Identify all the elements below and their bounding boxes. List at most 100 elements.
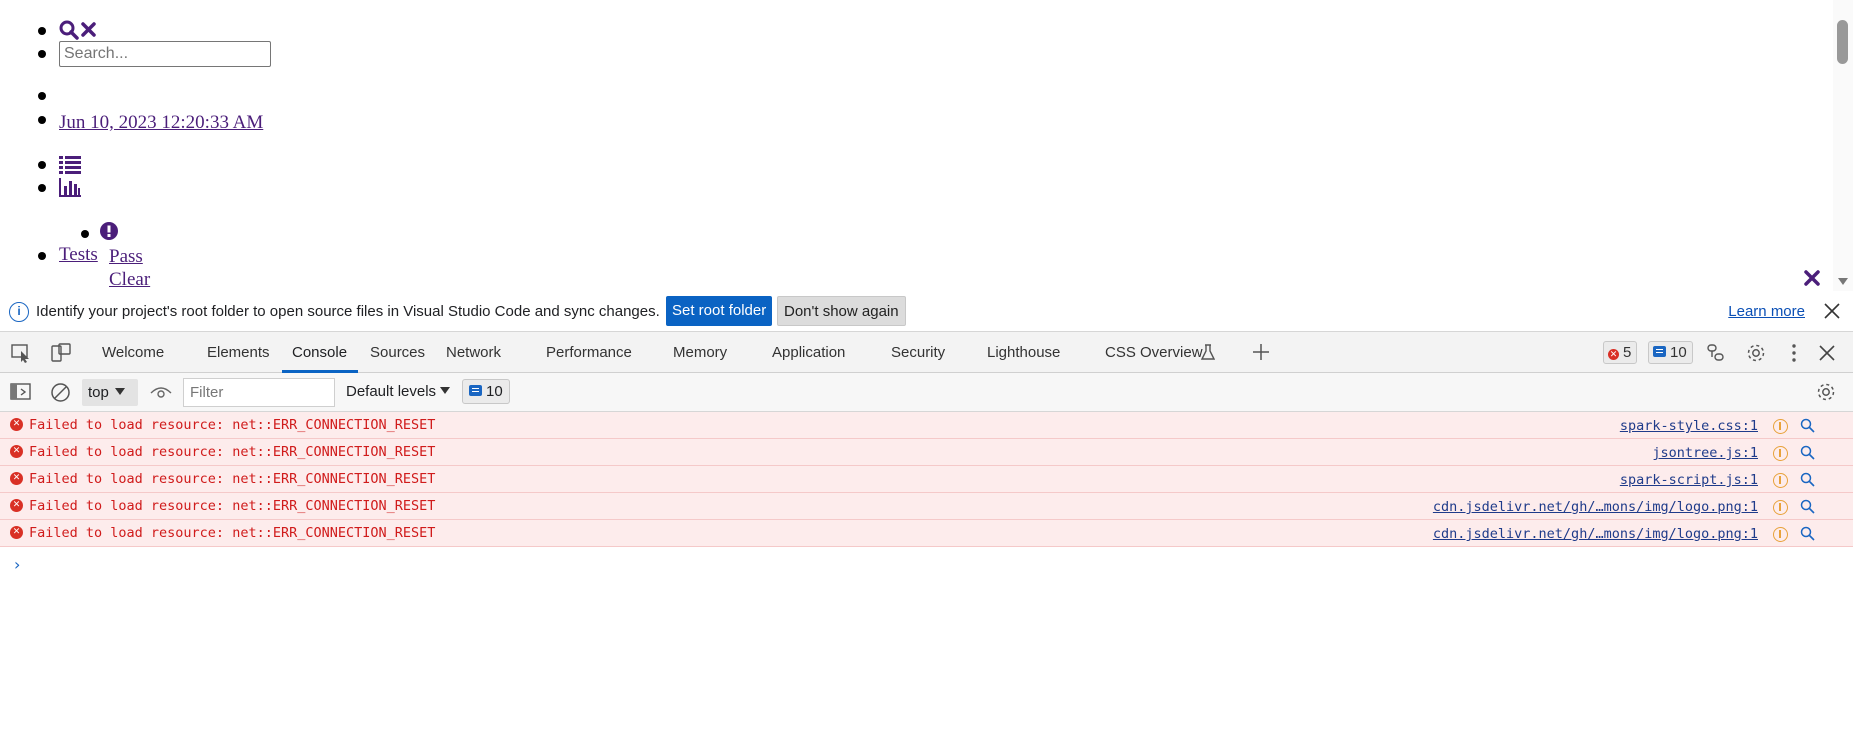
close-icon[interactable] [1804,270,1820,286]
list-bullet [38,50,46,58]
list-bullet [38,116,46,124]
sidebar-toggle-icon[interactable] [10,382,32,402]
tab-elements[interactable]: Elements [207,344,270,361]
live-expression-eye-icon[interactable] [150,385,172,400]
close-devtools-icon[interactable] [1816,342,1838,364]
error-icon: ✕ [10,472,23,485]
add-tab-icon[interactable] [1252,343,1270,361]
console-error-row: ✕ Failed to load resource: net::ERR_CONN… [0,439,1853,466]
network-request-icon[interactable] [1773,527,1788,542]
source-link[interactable]: spark-script.js:1 [1620,472,1758,488]
message-icon [469,385,482,396]
close-infobar-icon[interactable] [1821,300,1843,322]
set-root-folder-button[interactable]: Set root folder [666,296,773,326]
timestamp-link[interactable]: Jun 10, 2023 12:20:33 AM [59,112,263,134]
device-emulation-icon[interactable] [50,342,72,364]
tab-lighthouse[interactable]: Lighthouse [987,344,1060,361]
tab-welcome[interactable]: Welcome [102,344,164,361]
list-bullet [38,92,46,100]
error-message: Failed to load resource: net::ERR_CONNEC… [29,471,436,487]
clear-link[interactable]: Clear [109,269,150,291]
tab-network[interactable]: Network [446,344,501,361]
search-icon[interactable] [59,20,101,40]
tab-css-overview[interactable]: CSS Overview [1105,344,1203,361]
list-view-icon[interactable] [59,155,81,174]
gear-icon[interactable] [1745,342,1767,364]
infobar-message: Identify your project's root folder to o… [36,303,660,320]
error-icon: ✕ [10,418,23,431]
list-bullet [38,161,46,169]
search-icon[interactable] [1799,444,1817,462]
error-icon: ✕ [10,499,23,512]
close-icon [81,22,96,37]
search-icon[interactable] [1799,417,1817,435]
source-link[interactable]: cdn.jsdelivr.net/gh/…mons/img/logo.png:1 [1433,499,1758,515]
scroll-down-arrow[interactable] [1838,278,1848,285]
console-prompt-line[interactable]: › [0,547,1853,577]
log-levels-dropdown[interactable]: Default levels [346,383,451,400]
clear-console-icon[interactable] [50,382,71,403]
tab-performance[interactable]: Performance [546,344,632,361]
message-icon [1653,346,1666,357]
console-error-row: ✕ Failed to load resource: net::ERR_CONN… [0,520,1853,547]
prompt-chevron-icon: › [14,555,21,574]
console-toolbar: top Filter Default levels 10 [0,373,1853,412]
source-link[interactable]: jsontree.js:1 [1652,445,1758,461]
tab-sources[interactable]: Sources [370,344,425,361]
tab-console[interactable]: Console [292,344,347,361]
context-selector[interactable]: top [82,379,138,406]
chevron-down-icon [440,387,451,394]
console-error-row: ✕ Failed to load resource: net::ERR_CONN… [0,412,1853,439]
log-levels-label: Default levels [346,383,437,400]
error-icon: ✕ [10,445,23,458]
error-count-badge[interactable]: ✕ 5 [1603,341,1638,364]
tab-memory[interactable]: Memory [673,344,727,361]
error-message: Failed to load resource: net::ERR_CONNEC… [29,417,436,433]
search-icon[interactable] [1799,498,1817,516]
console-error-row: ✕ Failed to load resource: net::ERR_CONN… [0,466,1853,493]
dont-show-again-button[interactable]: Don't show again [777,296,906,326]
list-bullet [81,230,89,238]
chart-view-icon[interactable] [59,178,81,197]
error-count: 5 [1623,344,1632,361]
list-bullet [38,252,46,260]
filter-input[interactable]: Filter [183,378,335,407]
list-bullet [38,184,46,192]
network-request-icon[interactable] [1773,473,1788,488]
context-value: top [88,384,109,401]
tests-link[interactable]: Tests [59,244,98,266]
source-link[interactable]: spark-style.css:1 [1620,418,1758,434]
error-message: Failed to load resource: net::ERR_CONNEC… [29,498,436,514]
message-count-badge[interactable]: 10 [1648,341,1693,364]
info-icon: i [9,302,29,322]
tab-application[interactable]: Application [772,344,845,361]
list-bullet [38,27,46,35]
connections-icon[interactable] [1705,342,1727,364]
message-count: 10 [1670,344,1687,361]
console-settings-gear-icon[interactable] [1815,381,1837,403]
search-icon[interactable] [1799,471,1817,489]
error-message: Failed to load resource: net::ERR_CONNEC… [29,525,436,541]
network-request-icon[interactable] [1773,446,1788,461]
learn-more-link[interactable]: Learn more [1728,303,1805,320]
error-icon: ✕ [10,526,23,539]
search-input[interactable]: Search... [59,41,271,67]
tab-security[interactable]: Security [891,344,945,361]
devtools-tabbar: Welcome Elements Console Sources Network… [0,332,1853,373]
page-scrollbar[interactable] [1833,0,1853,291]
inspect-element-icon[interactable] [10,342,32,364]
network-request-icon[interactable] [1773,500,1788,515]
scrollbar-thumb[interactable] [1837,20,1848,64]
flask-icon [1201,344,1215,360]
pass-link[interactable]: Pass [109,246,143,268]
source-link[interactable]: cdn.jsdelivr.net/gh/…mons/img/logo.png:1 [1433,526,1758,542]
issues-badge[interactable]: 10 [462,379,510,404]
console-output: ✕ Failed to load resource: net::ERR_CONN… [0,412,1853,743]
network-request-icon[interactable] [1773,419,1788,434]
more-options-icon[interactable] [1783,342,1805,364]
exclamation-icon [100,222,118,240]
search-icon[interactable] [1799,525,1817,543]
workspace-infobar: i Identify your project's root folder to… [0,291,1853,332]
error-message: Failed to load resource: net::ERR_CONNEC… [29,444,436,460]
error-icon: ✕ [1608,349,1619,360]
